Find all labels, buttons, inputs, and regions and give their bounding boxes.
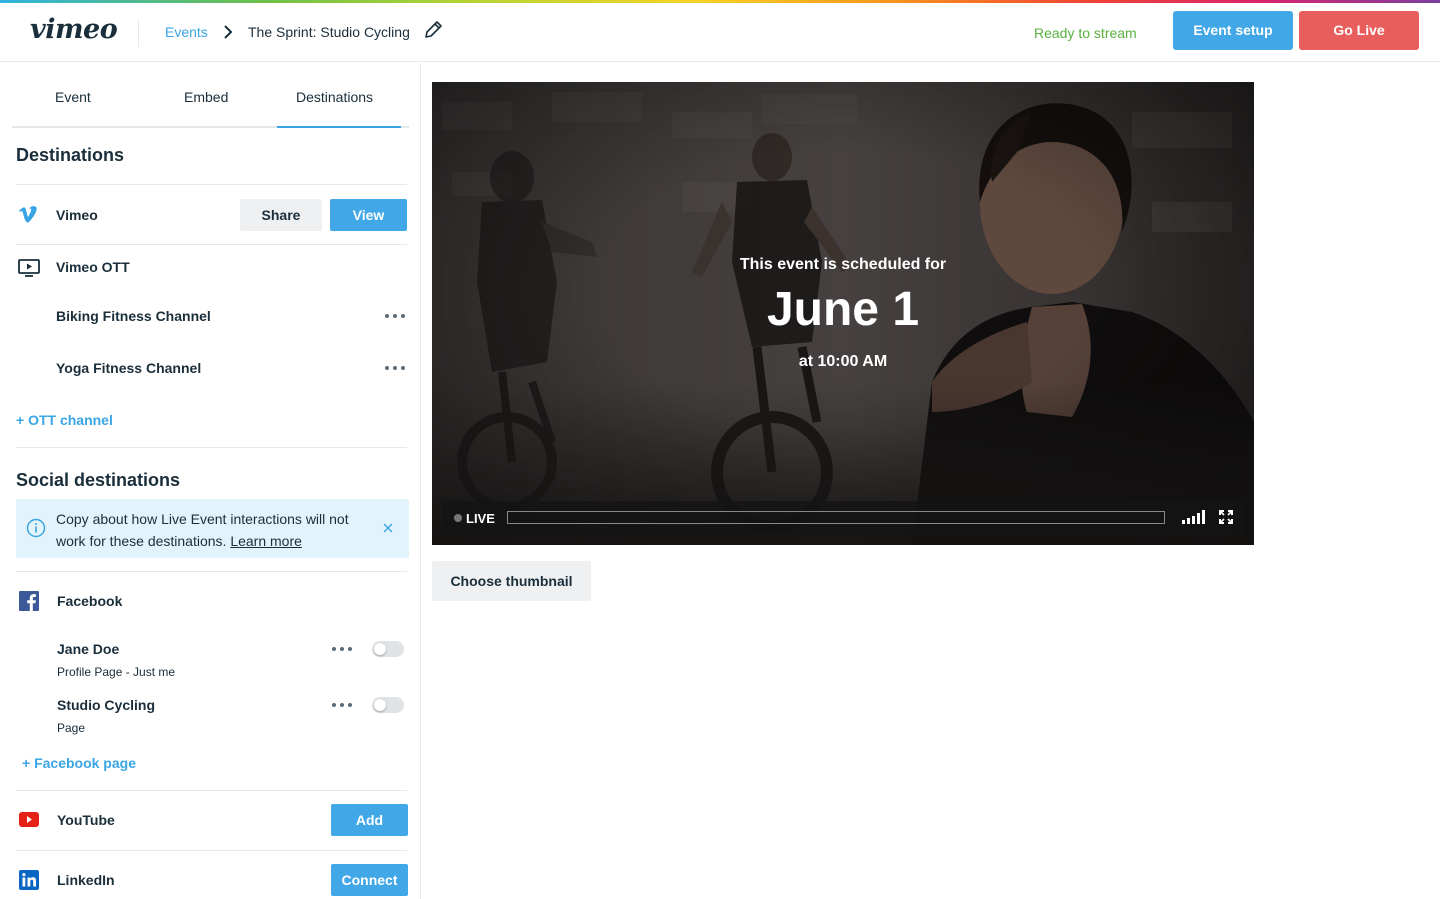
linkedin-icon	[19, 870, 39, 890]
scheduled-time: at 10:00 AM	[798, 353, 888, 370]
divider	[16, 447, 407, 448]
tv-play-icon	[18, 259, 40, 277]
progress-bar[interactable]	[507, 511, 1165, 524]
facebook-label: Facebook	[57, 593, 123, 609]
destinations-heading: Destinations	[16, 145, 125, 165]
more-icon[interactable]	[385, 366, 407, 372]
top-header: vimeo Events The Sprint: Studio Cycling …	[0, 3, 1440, 62]
sidebar: Event Embed Destinations Destinations Vi…	[0, 63, 421, 899]
share-button[interactable]: Share	[240, 199, 322, 231]
vimeo-ott-label: Vimeo OTT	[56, 259, 130, 275]
go-live-button[interactable]: Go Live	[1299, 11, 1419, 50]
facebook-account-type: Profile Page - Just me	[57, 665, 176, 679]
active-tab-indicator	[277, 126, 401, 128]
notice-copy: Copy about how Live Event interactions w…	[56, 511, 349, 549]
youtube-add-button[interactable]: Add	[331, 804, 408, 836]
event-title: The Sprint: Studio Cycling	[248, 24, 410, 40]
live-indicator-dot	[454, 514, 462, 522]
info-icon	[26, 518, 46, 538]
facebook-account-toggle[interactable]	[372, 641, 404, 657]
notice-text: Copy about how Live Event interactions w…	[56, 508, 376, 552]
more-icon[interactable]	[332, 647, 354, 653]
scheduled-text: This event is scheduled for	[739, 256, 947, 273]
vimeo-icon	[19, 206, 37, 223]
more-icon[interactable]	[385, 314, 407, 320]
video-player[interactable]: This event is scheduled for June 1 at 10…	[432, 82, 1254, 545]
linkedin-label: LinkedIn	[57, 872, 115, 888]
more-icon[interactable]	[332, 703, 354, 709]
social-notice: Copy about how Live Event interactions w…	[16, 499, 409, 558]
linkedin-connect-button[interactable]: Connect	[331, 864, 408, 896]
facebook-account-name: Jane Doe	[57, 641, 120, 657]
chevron-right-icon	[224, 25, 233, 39]
stream-status: Ready to stream	[1034, 25, 1137, 41]
sidebar-tabs: Event Embed Destinations	[12, 63, 409, 128]
facebook-icon	[19, 591, 39, 611]
vimeo-logo[interactable]: vimeo	[30, 14, 118, 45]
event-setup-button[interactable]: Event setup	[1173, 11, 1293, 50]
facebook-account-toggle[interactable]	[372, 697, 404, 713]
divider	[16, 850, 407, 851]
social-destinations-heading: Social destinations	[16, 470, 181, 490]
view-button[interactable]: View	[330, 199, 407, 231]
volume-icon[interactable]	[1182, 510, 1206, 524]
vimeo-destination-label: Vimeo	[56, 207, 98, 223]
ott-channel-item: Yoga Fitness Channel	[56, 360, 202, 376]
tab-event[interactable]: Event	[55, 89, 91, 105]
choose-thumbnail-button[interactable]: Choose thumbnail	[432, 561, 591, 601]
ott-channel-item: Biking Fitness Channel	[56, 308, 211, 324]
fullscreen-icon[interactable]	[1219, 510, 1233, 524]
add-ott-channel-link[interactable]: + OTT channel	[16, 412, 113, 428]
learn-more-link[interactable]: Learn more	[230, 533, 302, 549]
tab-embed[interactable]: Embed	[184, 89, 228, 105]
pencil-icon[interactable]	[422, 19, 444, 41]
live-label: LIVE	[466, 511, 495, 526]
youtube-icon	[19, 812, 39, 827]
divider	[16, 790, 407, 791]
breadcrumb-events-link[interactable]: Events	[165, 24, 208, 40]
divider	[16, 244, 407, 245]
facebook-account-type: Page	[57, 721, 86, 735]
close-icon[interactable]	[382, 522, 394, 534]
tab-destinations[interactable]: Destinations	[296, 89, 373, 105]
divider	[16, 571, 407, 572]
add-facebook-page-link[interactable]: + Facebook page	[22, 755, 136, 771]
player-controls: LIVE	[442, 501, 1244, 535]
scheduled-date: June 1	[766, 283, 920, 336]
youtube-label: YouTube	[57, 812, 115, 828]
header-divider	[138, 19, 139, 47]
divider	[16, 184, 407, 185]
facebook-account-name: Studio Cycling	[57, 697, 155, 713]
